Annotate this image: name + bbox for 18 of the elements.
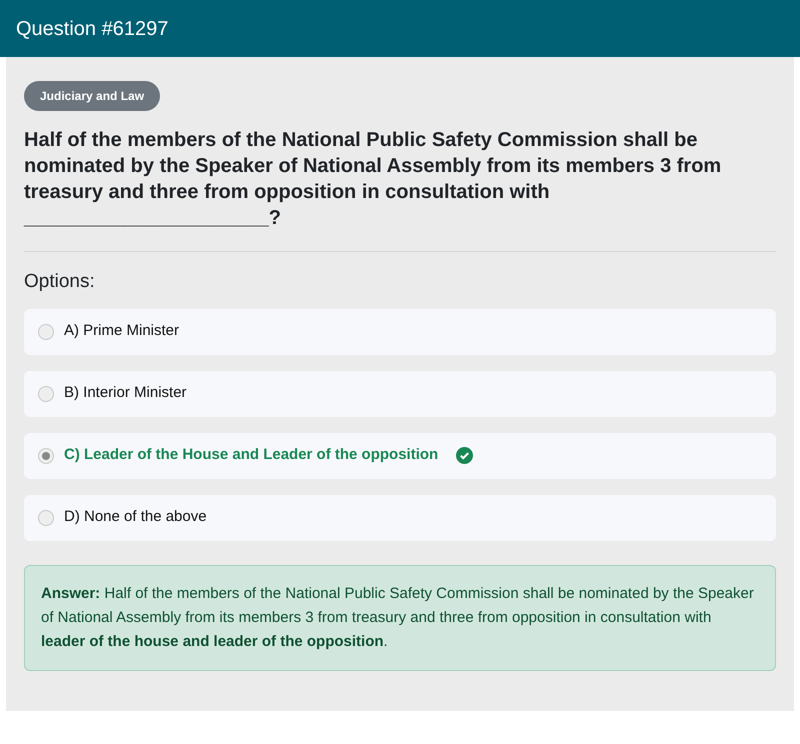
options-label: Options: <box>24 270 96 294</box>
category-badge: Judiciary and Law <box>24 81 160 111</box>
option-row[interactable]: D) None of the above <box>24 494 776 540</box>
radio-button[interactable] <box>38 324 54 340</box>
radio-button[interactable] <box>38 510 54 526</box>
option-text: A) Prime Minister <box>64 321 180 342</box>
radio-button[interactable] <box>38 386 54 402</box>
answer-text: Answer: Half of the members of the National Public Safety Commission shall be nominated by the Speaker of National Assembly from its members 3 from treasury and three from opposition in consultation with leader of the house and leader of the opposition. <box>41 584 755 652</box>
option-row[interactable]: A) Prime Minister <box>24 308 776 354</box>
option-text: D) None of the above <box>64 507 207 528</box>
check-circle-icon <box>456 447 474 464</box>
radio-button[interactable] <box>38 448 54 464</box>
page-title: Question #61297 <box>16 16 168 42</box>
option-text: B) Interior Minister <box>64 383 187 404</box>
option-row[interactable]: C) Leader of the House and Leader of the opposition <box>24 432 776 478</box>
question-text: Half of the members of the National Public Safety Commission shall be nominated by the Speaker of National Assembly from its members 3 from treasury and three from opposition in consultation with ______________________? <box>24 127 776 252</box>
option-text: C) Leader of the House and Leader of the opposition <box>64 445 438 466</box>
option-row[interactable]: B) Interior Minister <box>24 370 776 416</box>
